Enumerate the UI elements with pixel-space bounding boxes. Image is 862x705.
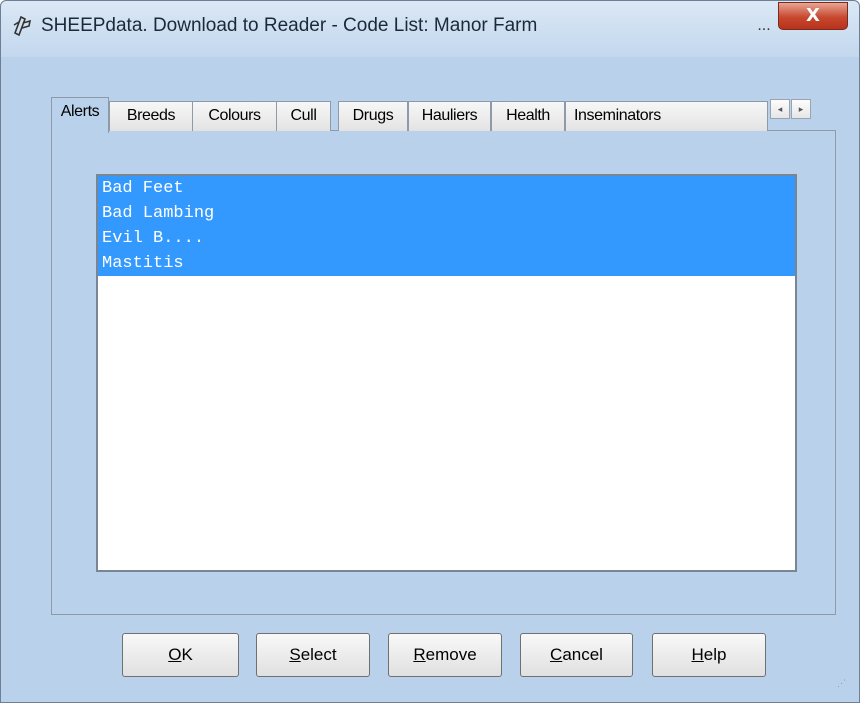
chevron-right-icon: ▸ (798, 104, 804, 114)
tab-cull[interactable]: Cull (276, 101, 331, 131)
list-item[interactable]: Mastitis (98, 251, 795, 276)
tab-inseminators[interactable]: Inseminators (565, 101, 768, 131)
cancel-mnemonic: C (550, 645, 563, 664)
cancel-label: ancel (562, 645, 603, 664)
remove-label: emove (425, 645, 477, 664)
tab-breeds[interactable]: Breeds (109, 101, 193, 131)
remove-button[interactable]: Remove (388, 633, 502, 677)
dialog-window: SHEEPdata. Download to Reader - Code Lis… (0, 0, 860, 703)
cancel-button[interactable]: Cancel (520, 633, 633, 677)
tab-colours[interactable]: Colours (192, 101, 277, 131)
more-button[interactable]: ... (753, 13, 775, 39)
chevron-left-icon: ◂ (777, 104, 783, 114)
help-label: elp (703, 645, 727, 664)
close-icon: X (806, 5, 820, 26)
remove-mnemonic: R (413, 645, 426, 664)
app-icon (13, 15, 32, 37)
ok-button[interactable]: OK (122, 633, 239, 677)
select-mnemonic: S (289, 645, 301, 664)
ok-label: K (181, 645, 193, 664)
tab-health[interactable]: Health (491, 101, 565, 131)
tab-scroll-left-button[interactable]: ◂ (770, 99, 790, 119)
tab-hauliers[interactable]: Hauliers (408, 101, 491, 131)
list-item[interactable]: Bad Lambing (98, 201, 795, 226)
select-button[interactable]: Select (256, 633, 370, 677)
select-label: elect (300, 645, 337, 664)
ok-mnemonic: O (168, 645, 182, 664)
tab-strip: Alerts Breeds Colours Cull Drugs Haulier… (51, 97, 843, 133)
list-item[interactable]: Bad Feet (98, 176, 795, 201)
list-item[interactable]: Evil B.... (98, 226, 795, 251)
alerts-listbox[interactable]: Bad Feet Bad Lambing Evil B.... Mastitis (96, 174, 797, 572)
tab-alerts[interactable]: Alerts (51, 97, 109, 133)
tab-drugs[interactable]: Drugs (338, 101, 408, 131)
title-bar[interactable]: SHEEPdata. Download to Reader - Code Lis… (1, 1, 859, 57)
help-button[interactable]: Help (652, 633, 766, 677)
resize-grip-icon[interactable]: ⋰ (837, 679, 849, 693)
close-button[interactable]: X (778, 2, 848, 30)
help-mnemonic: H (691, 645, 704, 664)
dialog-client-area: Alerts Breeds Colours Cull Drugs Haulier… (7, 57, 855, 699)
tab-scroll-controls: ◂ ▸ (770, 99, 812, 119)
window-title: SHEEPdata. Download to Reader - Code Lis… (41, 15, 538, 36)
tab-scroll-right-button[interactable]: ▸ (791, 99, 811, 119)
